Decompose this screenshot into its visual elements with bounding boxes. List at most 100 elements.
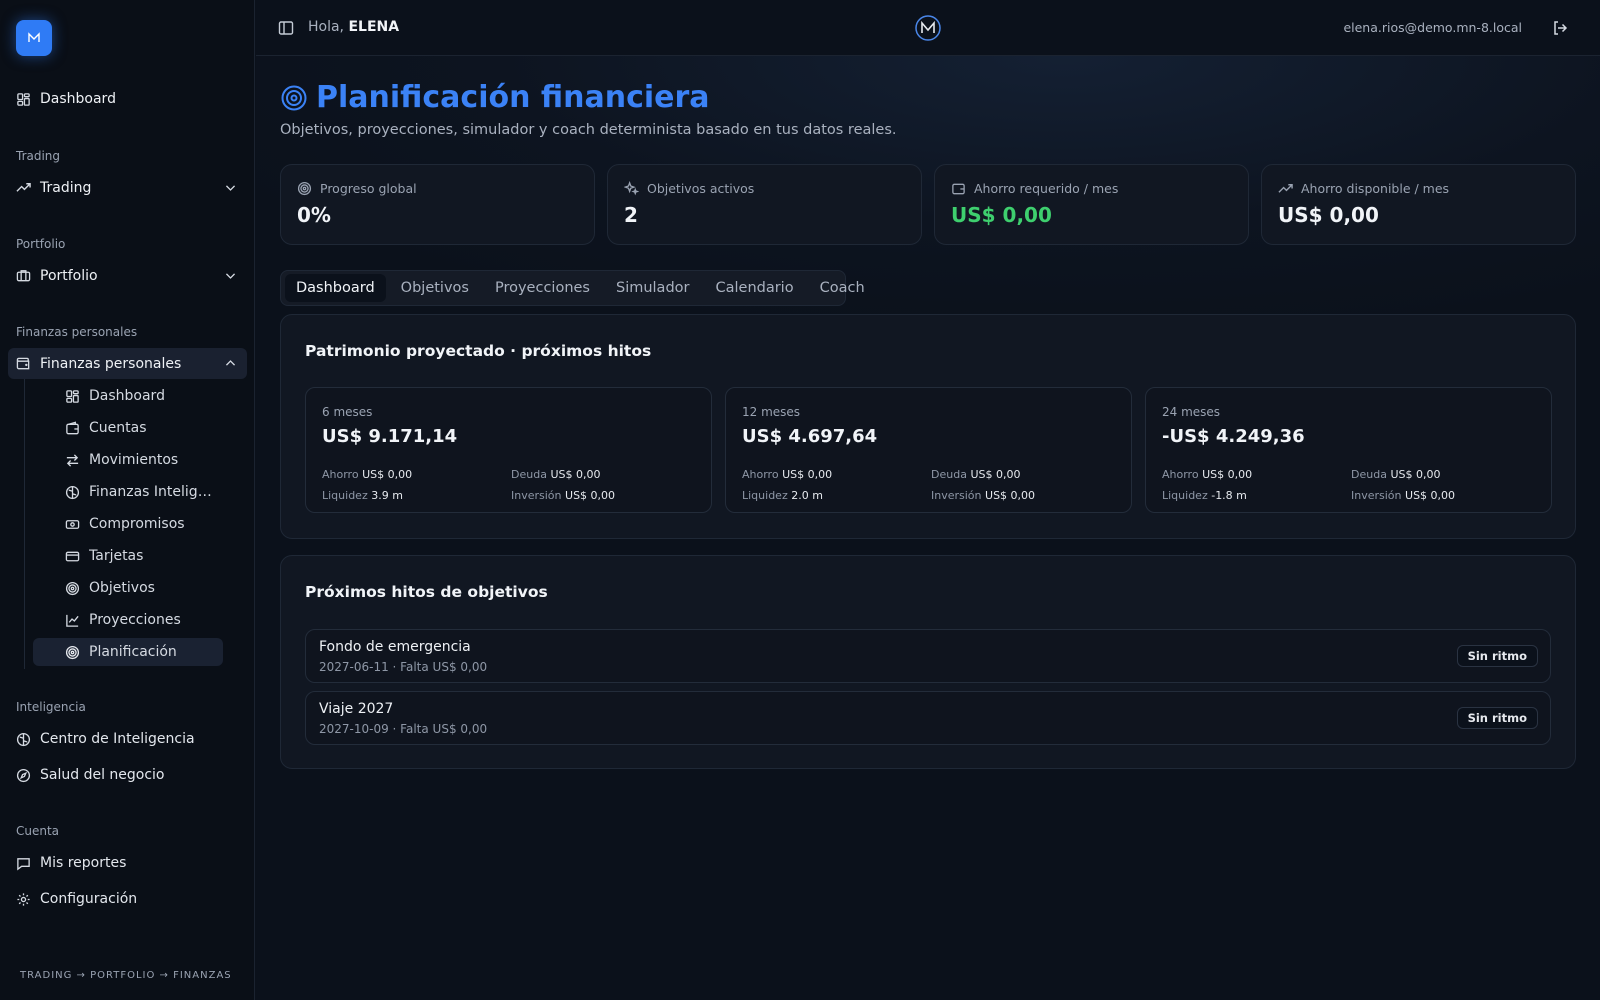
brand-logo-icon (915, 15, 941, 41)
sidebar-item-label: Tarjetas (89, 548, 144, 564)
projection-inversion: Inversión US$ 0,00 (511, 489, 615, 502)
projection-deuda: Deuda US$ 0,00 (1351, 468, 1440, 481)
stat-label: Ahorro disponible / mes (1278, 181, 1449, 196)
sidebar-group-portfolio[interactable]: Portfolio (8, 260, 247, 291)
sparkles-icon (624, 181, 639, 196)
kv-label: Inversión (1351, 489, 1402, 502)
trending-up-icon (16, 183, 31, 192)
milestone-row[interactable]: Fondo de emergencia 2027-06-11 · Falta U… (305, 629, 1551, 683)
stat-card-ahorro-disponible: Ahorro disponible / mes US$ 0,00 (1261, 164, 1576, 245)
sidebar-group-trading[interactable]: Trading (8, 172, 247, 203)
sidebar-item-label: Dashboard (89, 388, 165, 404)
wallet-icon (66, 421, 79, 434)
app-logo[interactable] (16, 20, 52, 56)
kv-value: 3.9 m (371, 489, 403, 502)
top-bar: Hola, ELENA elena.rios@demo.mn-8.local (256, 0, 1600, 56)
tab-coach[interactable]: Coach (809, 274, 876, 302)
sidebar-item-label: Centro de Inteligencia (40, 731, 195, 747)
logout-icon[interactable] (1552, 20, 1568, 36)
gear-icon (17, 892, 30, 906)
sidebar-item-dashboard[interactable]: Dashboard (16, 91, 116, 107)
tab-proyecciones[interactable]: Proyecciones (484, 274, 601, 302)
section-label-inteligencia: Inteligencia (16, 700, 86, 714)
kv-value: US$ 0,00 (1202, 468, 1253, 481)
sidebar-item-movimientos[interactable]: Movimientos (33, 446, 223, 474)
logo-icon (28, 32, 40, 42)
sidebar-item-finanzas-inteligentes[interactable]: Finanzas Inteligentes (33, 478, 223, 506)
brain-icon (16, 732, 31, 746)
sidebar-item-planificacion[interactable]: Planificación (33, 638, 223, 666)
user-email: elena.rios@demo.mn-8.local (1343, 20, 1522, 35)
projection-ahorro: Ahorro US$ 0,00 (1162, 468, 1252, 481)
sidebar-item-salud-negocio[interactable]: Salud del negocio (16, 767, 165, 783)
sidebar-toggle-icon[interactable] (278, 20, 294, 36)
stat-label: Ahorro requerido / mes (951, 181, 1118, 196)
kv-label: Deuda (1351, 468, 1387, 481)
milestones-title: Próximos hitos de objetivos (305, 583, 548, 601)
milestone-row[interactable]: Viaje 2027 2027-10-09 · Falta US$ 0,00 S… (305, 691, 1551, 745)
tab-simulador[interactable]: Simulador (605, 274, 701, 302)
arrow-left-right-icon (66, 453, 79, 467)
milestone-name: Viaje 2027 (319, 701, 394, 717)
trending-up-icon (1278, 184, 1293, 193)
sidebar-item-label: Salud del negocio (40, 767, 165, 783)
subtree-line (24, 379, 25, 669)
brain-icon (65, 485, 80, 499)
layout-dashboard-icon (17, 92, 30, 106)
milestones-panel: Próximos hitos de objetivos Fondo de eme… (280, 555, 1576, 769)
kv-value: -1.8 m (1211, 489, 1247, 502)
greeting: Hola, ELENA (308, 19, 399, 35)
stat-label-text: Progreso global (320, 181, 417, 196)
status-badge: Sin ritmo (1456, 645, 1538, 667)
sidebar-item-compromisos[interactable]: Compromisos (33, 510, 223, 538)
sidebar-item-cuentas[interactable]: Cuentas (33, 414, 223, 442)
projection-inversion: Inversión US$ 0,00 (931, 489, 1035, 502)
kv-label: Liquidez (322, 489, 368, 502)
section-label-trading: Trading (16, 149, 61, 163)
stat-card-ahorro-requerido: Ahorro requerido / mes US$ 0,00 (934, 164, 1249, 245)
stat-value: 0% (297, 203, 331, 227)
milestone-detail: 2027-06-11 · Falta US$ 0,00 (319, 660, 488, 674)
compass-icon (16, 768, 31, 782)
sidebar-item-label: Cuentas (89, 420, 147, 436)
sidebar-item-centro-inteligencia[interactable]: Centro de Inteligencia (16, 731, 195, 747)
projection-liquidez: Liquidez -1.8 m (1162, 489, 1247, 502)
tab-dashboard[interactable]: Dashboard (285, 274, 386, 302)
tab-objetivos[interactable]: Objetivos (390, 274, 480, 302)
sidebar-item-tarjetas[interactable]: Tarjetas (33, 542, 223, 570)
sidebar-group-finanzas[interactable]: Finanzas personales (8, 348, 247, 379)
projection-card-6m: 6 meses US$ 9.171,14 Ahorro US$ 0,00 Deu… (305, 387, 712, 513)
wallet-icon (16, 357, 30, 370)
projection-liquidez: Liquidez 2.0 m (742, 489, 823, 502)
wallet-icon (952, 183, 965, 195)
projection-period: 24 meses (1162, 405, 1221, 419)
stat-label-text: Objetivos activos (647, 181, 755, 196)
sidebar-item-proyecciones[interactable]: Proyecciones (33, 606, 223, 634)
sidebar-item-mis-reportes[interactable]: Mis reportes (16, 855, 126, 871)
sidebar: Dashboard Trading Trading Portfolio Port… (0, 0, 255, 1000)
section-label-finanzas: Finanzas personales (16, 325, 138, 339)
projection-period: 6 meses (322, 405, 373, 419)
sidebar-item-label: Movimientos (89, 452, 179, 468)
projection-ahorro: Ahorro US$ 0,00 (742, 468, 832, 481)
tab-calendario[interactable]: Calendario (704, 274, 804, 302)
chevron-down-icon (225, 185, 236, 191)
projection-inversion: Inversión US$ 0,00 (1351, 489, 1455, 502)
stat-label: Progreso global (297, 181, 417, 196)
sidebar-group-label: Portfolio (40, 267, 98, 284)
kv-label: Ahorro (1162, 468, 1199, 481)
milestone-detail: 2027-10-09 · Falta US$ 0,00 (319, 722, 488, 736)
sidebar-item-configuracion[interactable]: Configuración (16, 891, 137, 907)
target-icon (65, 581, 80, 595)
section-label-portfolio: Portfolio (16, 237, 66, 251)
sidebar-item-fin-dashboard[interactable]: Dashboard (33, 382, 223, 410)
sidebar-item-objetivos[interactable]: Objetivos (33, 574, 223, 602)
projection-liquidez: Liquidez 3.9 m (322, 489, 403, 502)
kv-value: US$ 0,00 (565, 489, 616, 502)
projection-panel: Patrimonio proyectado · próximos hitos 6… (280, 314, 1576, 539)
kv-value: US$ 0,00 (362, 468, 413, 481)
projection-deuda: Deuda US$ 0,00 (931, 468, 1020, 481)
banknote-icon (65, 519, 80, 529)
stat-label-text: Ahorro disponible / mes (1301, 181, 1450, 196)
breadcrumb: TRADING → PORTFOLIO → FINANZAS (20, 970, 232, 981)
